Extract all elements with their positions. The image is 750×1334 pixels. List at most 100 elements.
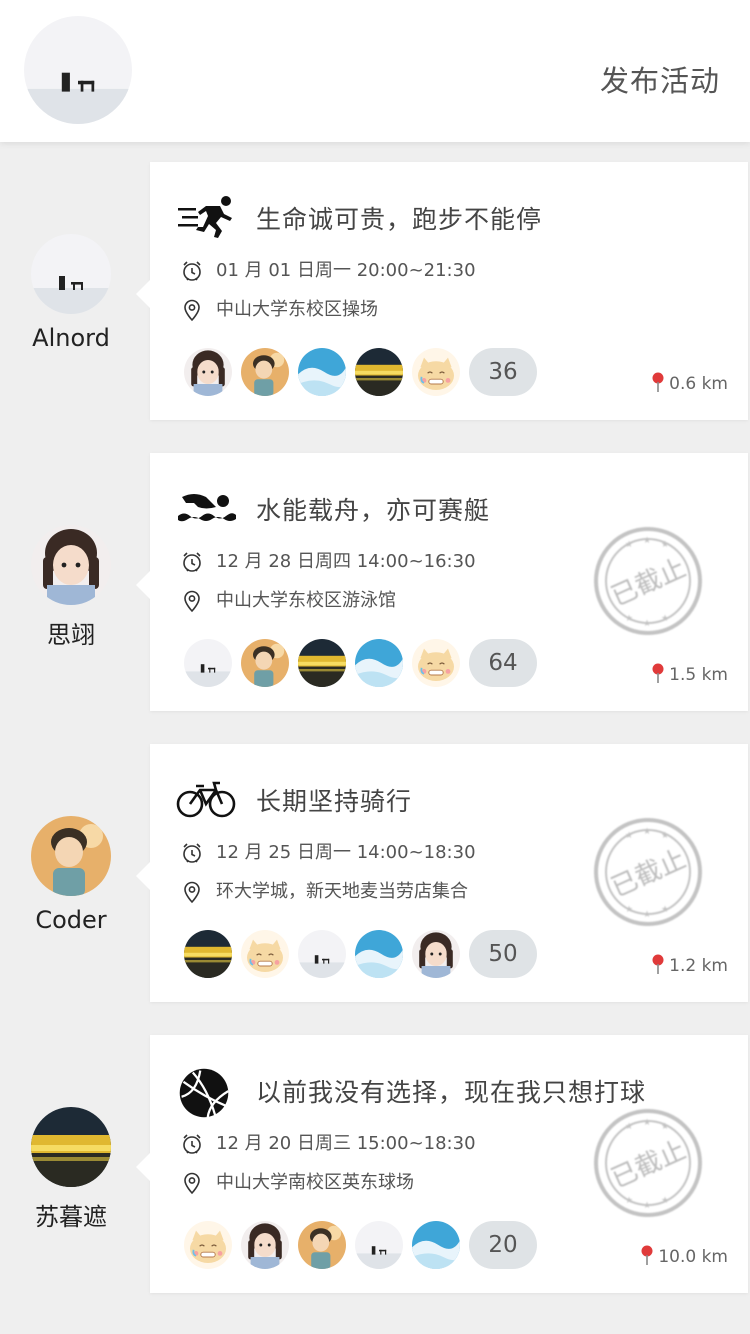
activity-time-text: 12 月 28 日周四 14:00~16:30	[216, 551, 476, 572]
participant-list[interactable]: 50	[184, 928, 537, 980]
publisher-avatar[interactable]	[31, 525, 111, 605]
svg-text:★: ★	[661, 1196, 669, 1206]
location-marker-icon	[180, 298, 204, 322]
participant-avatar[interactable]	[355, 348, 403, 396]
svg-text:★: ★	[643, 1118, 651, 1128]
swimming-icon	[176, 483, 236, 531]
svg-text:★: ★	[643, 910, 651, 920]
activity-time: 01 月 01 日周一 20:00~21:30	[180, 256, 476, 283]
activity-time-text: 12 月 20 日周三 15:00~18:30	[216, 1133, 476, 1154]
publisher-name: 思翊	[47, 621, 95, 649]
activity-location: 中山大学东校区游泳馆	[180, 586, 396, 613]
activity-location: 中山大学东校区操场	[180, 295, 378, 322]
activity-title: 长期坚持骑行	[256, 787, 413, 816]
participant-avatar[interactable]	[298, 348, 346, 396]
publisher[interactable]: Alnord	[0, 234, 142, 352]
publisher[interactable]: 思翊	[0, 525, 142, 650]
map-pin-icon	[651, 663, 665, 683]
participant-list[interactable]: 36	[184, 346, 537, 398]
participant-avatar[interactable]	[184, 639, 232, 687]
stamp-text: 已截止	[607, 1135, 690, 1194]
activity-card[interactable]: 长期坚持骑行 12 月 25 日周一 14:00~18:30 环大学城，新天地麦…	[136, 744, 748, 1002]
activity-location-text: 中山大学东校区游泳馆	[216, 590, 396, 611]
stamp-text: 已截止	[607, 553, 690, 612]
my-avatar[interactable]	[24, 16, 132, 124]
activity-time: 12 月 25 日周一 14:00~18:30	[180, 838, 476, 865]
participant-list[interactable]: 20	[184, 1219, 537, 1271]
ended-stamp: ★ ★ ★ ★ ★ ★ 已截止	[592, 816, 704, 928]
activity-card[interactable]: 水能载舟，亦可赛艇 12 月 28 日周四 14:00~16:30 中山大学东校…	[136, 453, 748, 711]
distance-label: 1.2 km	[651, 954, 728, 976]
activity-location-text: 中山大学东校区操场	[216, 299, 378, 320]
ended-stamp: ★ ★ ★ ★ ★ ★ 已截止	[592, 1107, 704, 1219]
map-pin-icon	[640, 1245, 654, 1265]
activity-card[interactable]: 生命诚可贵，跑步不能停 01 月 01 日周一 20:00~21:30 中山大学…	[136, 162, 748, 420]
participant-avatar[interactable]	[298, 930, 346, 978]
distance-text: 1.2 km	[669, 956, 728, 976]
activity-location: 环大学城，新天地麦当劳店集合	[180, 877, 468, 904]
svg-text:★: ★	[661, 1122, 669, 1132]
activity-title: 以前我没有选择，现在我只想打球	[256, 1078, 647, 1107]
participant-list[interactable]: 64	[184, 637, 537, 689]
participant-count-badge[interactable]: 50	[469, 930, 537, 978]
participant-avatar[interactable]	[412, 930, 460, 978]
activity-title: 生命诚可贵，跑步不能停	[256, 205, 543, 234]
publisher-avatar[interactable]	[31, 234, 111, 314]
app-header: 发布活动	[0, 0, 750, 142]
participant-avatar[interactable]	[184, 1221, 232, 1269]
location-marker-icon	[180, 589, 204, 613]
svg-text:★: ★	[625, 831, 633, 841]
participant-avatar[interactable]	[412, 639, 460, 687]
location-marker-icon	[180, 1171, 204, 1195]
activity-card[interactable]: 以前我没有选择，现在我只想打球 12 月 20 日周三 15:00~18:30 …	[136, 1035, 748, 1293]
publisher-avatar[interactable]	[31, 816, 111, 896]
participant-avatar[interactable]	[298, 1221, 346, 1269]
participant-avatar[interactable]	[241, 1221, 289, 1269]
participant-avatar[interactable]	[241, 348, 289, 396]
publisher-avatar[interactable]	[31, 1107, 111, 1187]
participant-avatar[interactable]	[412, 348, 460, 396]
participant-avatar[interactable]	[355, 639, 403, 687]
svg-text:★: ★	[643, 619, 651, 629]
publisher[interactable]: Coder	[0, 816, 142, 934]
activity-time-text: 12 月 25 日周一 14:00~18:30	[216, 842, 476, 863]
participant-avatar[interactable]	[241, 639, 289, 687]
svg-text:★: ★	[643, 827, 651, 837]
participant-avatar[interactable]	[355, 1221, 403, 1269]
svg-text:★: ★	[643, 536, 651, 546]
svg-text:★: ★	[625, 1122, 633, 1132]
publisher[interactable]: 苏暮遮	[0, 1107, 142, 1232]
participant-count-badge[interactable]: 36	[469, 348, 537, 396]
svg-text:★: ★	[661, 614, 669, 624]
participant-avatar[interactable]	[241, 930, 289, 978]
svg-text:★: ★	[625, 540, 633, 550]
activity-location-text: 环大学城，新天地麦当劳店集合	[216, 881, 468, 902]
participant-count-badge[interactable]: 20	[469, 1221, 537, 1269]
participant-avatar[interactable]	[184, 348, 232, 396]
svg-text:★: ★	[661, 831, 669, 841]
map-pin-icon	[651, 372, 665, 392]
participant-count-badge[interactable]: 64	[469, 639, 537, 687]
publish-activity-button[interactable]: 发布活动	[600, 58, 720, 100]
svg-text:★: ★	[625, 614, 633, 624]
participant-avatar[interactable]	[298, 639, 346, 687]
alarm-clock-icon	[180, 841, 204, 865]
participant-avatar[interactable]	[184, 930, 232, 978]
distance-label: 0.6 km	[651, 372, 728, 394]
svg-text:★: ★	[643, 1201, 651, 1211]
participant-avatar[interactable]	[355, 930, 403, 978]
svg-text:★: ★	[661, 905, 669, 915]
map-pin-icon	[651, 954, 665, 974]
alarm-clock-icon	[180, 1132, 204, 1156]
distance-label: 1.5 km	[651, 663, 728, 685]
activity-title: 水能载舟，亦可赛艇	[256, 496, 491, 525]
bicycle-icon	[176, 774, 236, 822]
svg-text:★: ★	[625, 905, 633, 915]
ended-stamp: ★ ★ ★ ★ ★ ★ 已截止	[592, 525, 704, 637]
activity-location: 中山大学南校区英东球场	[180, 1168, 414, 1195]
running-icon	[176, 192, 236, 240]
activity-time: 12 月 20 日周三 15:00~18:30	[180, 1129, 476, 1156]
participant-avatar[interactable]	[412, 1221, 460, 1269]
activity-time: 12 月 28 日周四 14:00~16:30	[180, 547, 476, 574]
distance-label: 10.0 km	[640, 1245, 728, 1267]
